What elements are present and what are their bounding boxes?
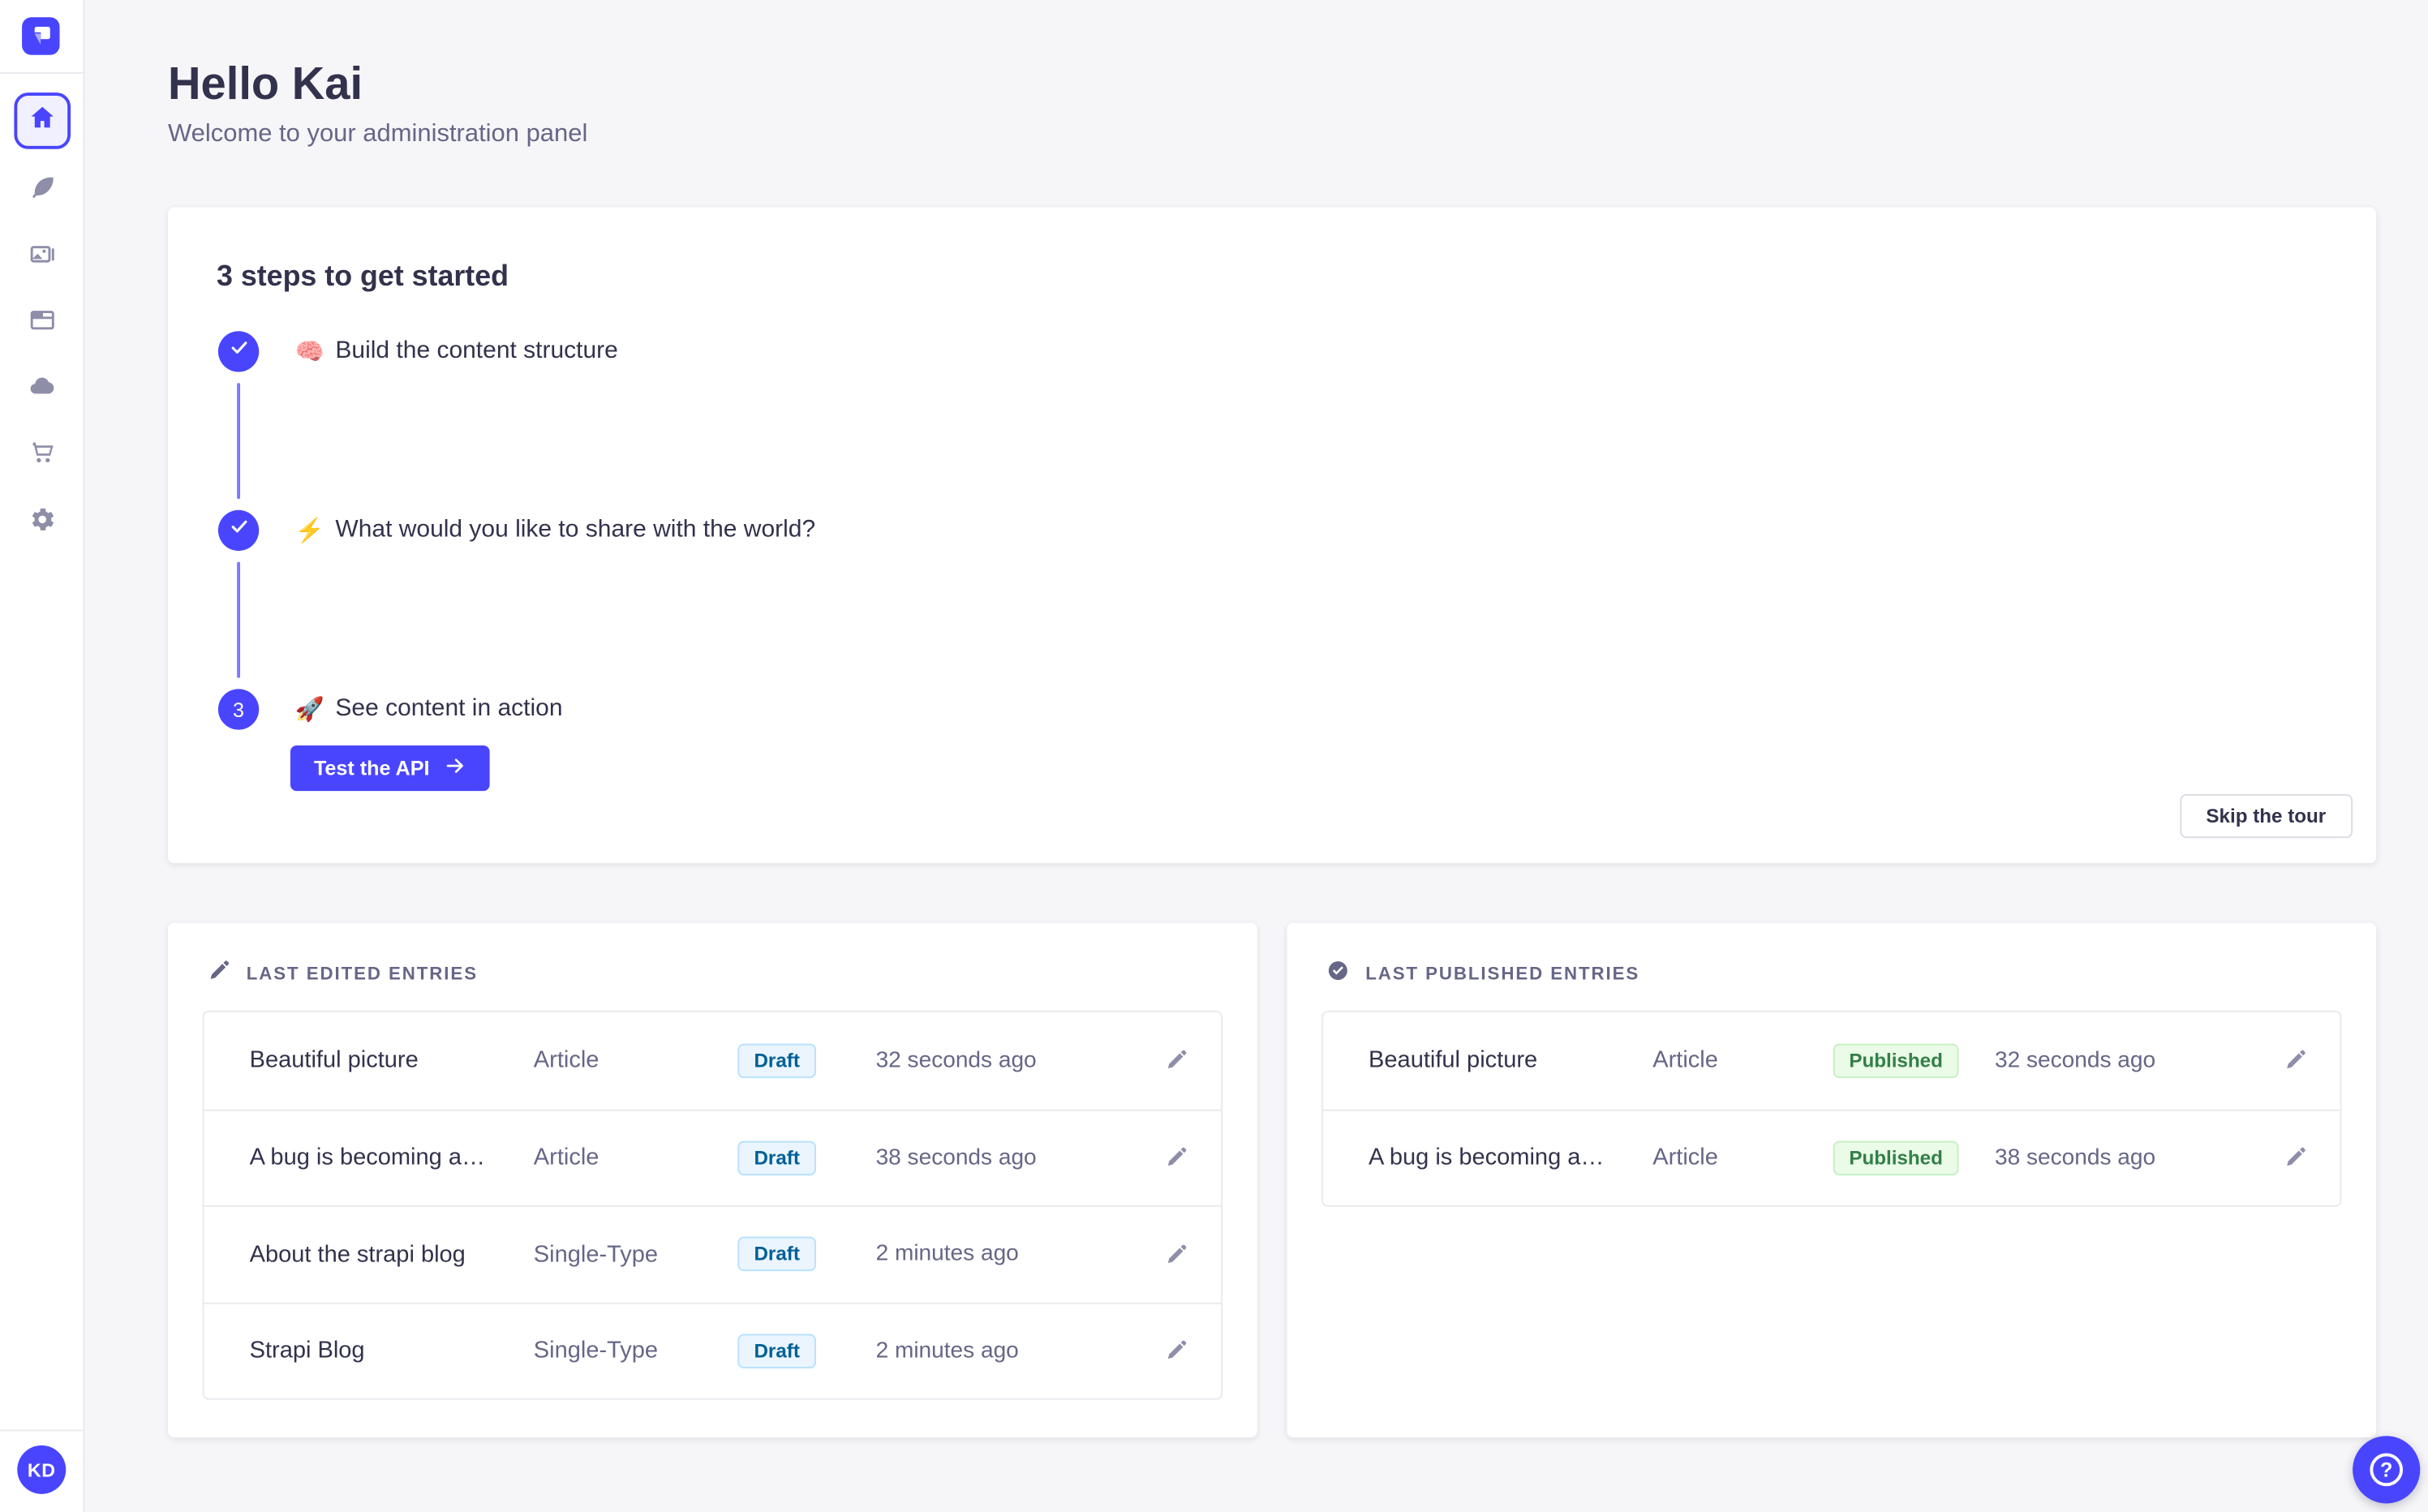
edit-pencil-icon[interactable] — [2271, 1049, 2318, 1072]
sidebar-divider-top — [0, 71, 85, 74]
edit-pencil-icon[interactable] — [1152, 1339, 1199, 1363]
cloud-icon — [28, 372, 57, 401]
check-icon — [228, 337, 248, 366]
step-3-label: 🚀 See content in action — [294, 695, 563, 724]
sidebar-item-settings[interactable] — [28, 505, 57, 534]
status-badge: Published — [1833, 1140, 1959, 1175]
sidebar-item-media-library[interactable] — [28, 240, 57, 268]
layout-icon — [28, 306, 57, 334]
edit-pencil-icon[interactable] — [2271, 1146, 2318, 1170]
step-2-check — [217, 509, 260, 552]
home-icon — [28, 103, 57, 139]
lightning-emoji-icon: ⚡ — [294, 518, 324, 545]
pencil-icon — [207, 959, 230, 990]
status-badge: Draft — [738, 1140, 816, 1175]
last-edited-table: Beautiful picture Article Draft 32 secon… — [202, 1010, 1223, 1400]
step-connector — [237, 561, 241, 678]
step-3-number: 3 — [217, 689, 260, 730]
sidebar-divider-bottom — [0, 1429, 85, 1432]
edit-pencil-icon[interactable] — [1152, 1146, 1199, 1170]
onboarding-card: 3 steps to get started 🧠 Build the conte… — [168, 207, 2377, 864]
strapi-admin-home: KD Hello Kai Welcome to your administrat… — [0, 0, 2428, 1512]
last-edited-panel: LAST EDITED ENTRIES Beautiful picture Ar… — [168, 922, 1257, 1438]
status-badge: Published — [1833, 1043, 1959, 1078]
avatar[interactable]: KD — [17, 1445, 67, 1494]
sidebar-item-home[interactable] — [14, 92, 71, 149]
table-row[interactable]: Beautiful picture Article Draft 32 secon… — [204, 1012, 1222, 1109]
avatar-initials: KD — [27, 1458, 56, 1481]
sidebar-item-cloud[interactable] — [28, 372, 57, 401]
feather-icon — [28, 174, 57, 203]
table-row[interactable]: A bug is becoming a… Article Draft 38 se… — [204, 1108, 1222, 1205]
last-edited-header: LAST EDITED ENTRIES — [207, 959, 478, 990]
main-content: Hello Kai Welcome to your administration… — [84, 0, 2428, 1512]
skip-tour-button[interactable]: Skip the tour — [2179, 793, 2353, 839]
sidebar-item-marketplace[interactable] — [28, 438, 57, 466]
last-published-title: LAST PUBLISHED ENTRIES — [1365, 964, 1640, 985]
page-title: Hello Kai — [168, 59, 363, 110]
last-edited-title: LAST EDITED ENTRIES — [246, 964, 478, 985]
strapi-logo-icon[interactable] — [22, 17, 60, 55]
sidebar: KD — [0, 0, 85, 1512]
status-badge: Draft — [738, 1334, 816, 1368]
table-row[interactable]: Strapi Blog Single-Type Draft 2 minutes … — [204, 1301, 1222, 1398]
pictures-icon — [28, 240, 57, 268]
last-published-panel: LAST PUBLISHED ENTRIES Beautiful picture… — [1287, 922, 2377, 1438]
sidebar-item-content-manager[interactable] — [28, 174, 57, 203]
sidebar-item-content-type-builder[interactable] — [28, 306, 57, 334]
onboarding-title: 3 steps to get started — [216, 259, 509, 292]
step-1-check — [217, 331, 260, 372]
check-circle-icon — [1326, 959, 1350, 990]
test-api-button[interactable]: Test the API — [290, 745, 490, 792]
status-badge: Draft — [738, 1237, 816, 1272]
last-published-header: LAST PUBLISHED ENTRIES — [1326, 959, 1639, 990]
edit-pencil-icon[interactable] — [1152, 1243, 1199, 1266]
gear-icon — [28, 505, 57, 534]
table-row[interactable]: About the strapi blog Single-Type Draft … — [204, 1205, 1222, 1302]
status-badge: Draft — [738, 1043, 816, 1078]
step-2-label: ⚡ What would you like to share with the … — [294, 516, 816, 545]
table-row[interactable]: Beautiful picture Article Published 32 s… — [1323, 1012, 2340, 1109]
check-icon — [228, 517, 248, 545]
last-published-table: Beautiful picture Article Published 32 s… — [1321, 1010, 2342, 1207]
cart-icon — [28, 438, 57, 466]
arrow-right-icon — [444, 755, 466, 782]
page-subtitle: Welcome to your administration panel — [168, 120, 588, 148]
table-row[interactable]: A bug is becoming a… Article Published 3… — [1322, 1108, 2340, 1205]
help-button[interactable]: ? — [2353, 1436, 2421, 1504]
strapi-logo-glyph — [32, 26, 50, 45]
entries-panels: LAST EDITED ENTRIES Beautiful picture Ar… — [168, 922, 2377, 1438]
brain-emoji-icon: 🧠 — [294, 338, 324, 366]
rocket-emoji-icon: 🚀 — [294, 697, 324, 724]
edit-pencil-icon[interactable] — [1152, 1049, 1199, 1072]
step-connector — [237, 383, 241, 500]
step-1-label: 🧠 Build the content structure — [294, 337, 618, 366]
question-mark-icon: ? — [2370, 1453, 2404, 1487]
